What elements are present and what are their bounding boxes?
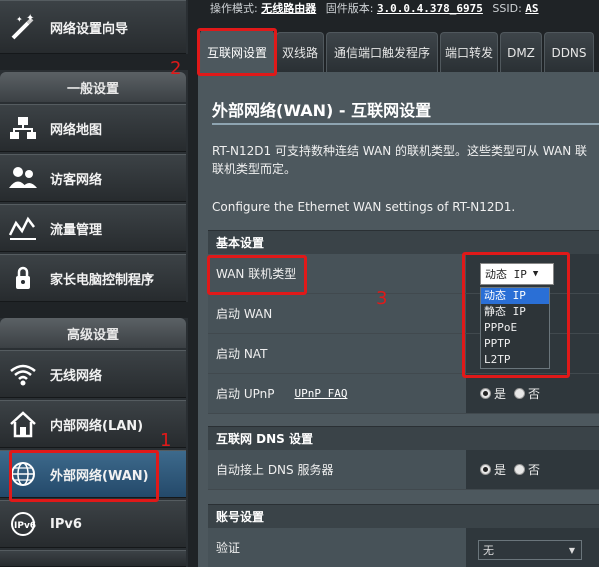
- title-divider: [212, 123, 599, 125]
- sidebar-item-label: 内部网络(LAN): [50, 418, 144, 434]
- enable-upnp-label-wrap: 启动 UPnP UPnP FAQ: [216, 374, 347, 413]
- enable-wan-label: 启动 WAN: [216, 307, 273, 321]
- op-mode-label: 操作模式:: [210, 2, 258, 15]
- svg-text:IPv6: IPv6: [14, 521, 36, 531]
- sidebar-item-wireless[interactable]: 无线网络: [0, 350, 186, 398]
- guest-network-icon: [8, 163, 38, 193]
- firmware-label: 固件版本:: [325, 2, 374, 15]
- traffic-manager-icon: [8, 213, 38, 243]
- description-line-1: RT-N12D1 可支持数种连结 WAN 的联机类型。这些类型可从 WAN 联: [212, 144, 588, 158]
- sidebar-item-wizard[interactable]: ✦ ✦ 网络设置向导: [0, 0, 186, 54]
- dns-settings-header: 互联网 DNS 设置: [208, 426, 599, 450]
- annotation-box-2: [197, 28, 277, 76]
- ipv6-icon: IPv6: [8, 509, 38, 539]
- basic-settings-header: 基本设置: [208, 230, 599, 254]
- tab-port-forwarding[interactable]: 端口转发: [440, 32, 498, 72]
- tab-dmz[interactable]: DMZ: [500, 32, 542, 72]
- annotation-box-3b: [462, 252, 570, 378]
- network-map-icon: [8, 113, 38, 143]
- upnp-radio-group: 是 否: [466, 374, 599, 413]
- top-status-bar: 操作模式: 无线路由器 固件版本: 3.0.0.4.378_6975 SSID:…: [188, 0, 599, 16]
- page-title: 外部网络(WAN) - 互联网设置: [212, 101, 432, 120]
- svg-text:✦: ✦: [16, 15, 23, 24]
- auth-select[interactable]: 无 ▼: [478, 540, 582, 560]
- sidebar-item-label: 家长电脑控制程序: [50, 272, 155, 288]
- upnp-faq-link[interactable]: UPnP FAQ: [294, 387, 347, 400]
- auto-dns-row: 自动接上 DNS 服务器 是 否: [208, 450, 599, 490]
- sidebar-item-label: 访客网络: [50, 172, 103, 188]
- no-label: 否: [528, 463, 541, 477]
- sidebar-item-lan[interactable]: 内部网络(LAN): [0, 400, 186, 448]
- auto-dns-radio-group: 是 否: [466, 450, 599, 489]
- annotation-box-3a: [207, 255, 307, 295]
- dropdown-caret-icon: ▼: [568, 545, 575, 555]
- sidebar-item-network-map[interactable]: 网络地图: [0, 104, 186, 152]
- yes-label: 是: [494, 463, 507, 477]
- sidebar-item-ipv6[interactable]: IPv6 IPv6: [0, 500, 186, 548]
- tab-dual-wan[interactable]: 双线路: [276, 32, 324, 72]
- sidebar-item-traffic-manager[interactable]: 流量管理: [0, 204, 186, 252]
- parental-control-icon: [8, 263, 38, 293]
- auto-dns-no-radio[interactable]: [514, 464, 526, 475]
- firmware-link[interactable]: 3.0.0.4.378_6975: [377, 2, 483, 15]
- sidebar-item-label: 网络地图: [50, 122, 103, 138]
- enable-upnp-label: 启动 UPnP: [216, 387, 275, 401]
- auto-dns-label: 自动接上 DNS 服务器: [216, 463, 334, 477]
- no-label: 否: [528, 387, 541, 401]
- sidebar-item-next[interactable]: [0, 550, 186, 567]
- advanced-settings-header: 高级设置: [0, 318, 186, 348]
- auth-label: 验证: [216, 541, 241, 555]
- sidebar-item-parental-control[interactable]: 家长电脑控制程序: [0, 254, 186, 302]
- magic-wand-icon: ✦ ✦: [8, 12, 38, 42]
- account-settings-header: 账号设置: [208, 504, 599, 528]
- sidebar-item-label: IPv6: [50, 516, 82, 532]
- sidebar-item-guest-network[interactable]: 访客网络: [0, 154, 186, 202]
- description-english: Configure the Ethernet WAN settings of R…: [212, 200, 516, 214]
- wireless-icon: [8, 359, 38, 389]
- tab-port-trigger[interactable]: 通信端口触发程序: [326, 32, 438, 72]
- upnp-no-radio[interactable]: [514, 388, 526, 399]
- op-mode-value[interactable]: 无线路由器: [261, 2, 316, 15]
- enable-nat-label: 启动 NAT: [216, 347, 268, 361]
- tab-ddns[interactable]: DDNS: [544, 32, 594, 72]
- ssid-link[interactable]: AS: [525, 2, 538, 15]
- auto-dns-yes-radio[interactable]: [480, 464, 491, 475]
- svg-text:✦: ✦: [26, 13, 34, 24]
- annotation-number-3: 3: [376, 288, 388, 309]
- sidebar-item-label: 无线网络: [50, 368, 103, 384]
- sidebar-item-label: 流量管理: [50, 222, 103, 238]
- upnp-yes-radio[interactable]: [480, 388, 491, 399]
- lan-icon: [8, 409, 38, 439]
- ssid-label: SSID:: [492, 2, 522, 15]
- description-line-2: 联机类型而定。: [212, 162, 297, 176]
- general-settings-header: 一般设置: [0, 72, 186, 102]
- annotation-number-2: 2: [170, 58, 182, 79]
- enable-upnp-row: 启动 UPnP UPnP FAQ 是 否: [208, 374, 599, 414]
- yes-label: 是: [494, 387, 507, 401]
- annotation-number-1: 1: [160, 430, 172, 451]
- auth-selected: 无: [483, 544, 494, 557]
- annotation-box-1: [9, 450, 159, 502]
- sidebar-item-label: 网络设置向导: [50, 21, 129, 37]
